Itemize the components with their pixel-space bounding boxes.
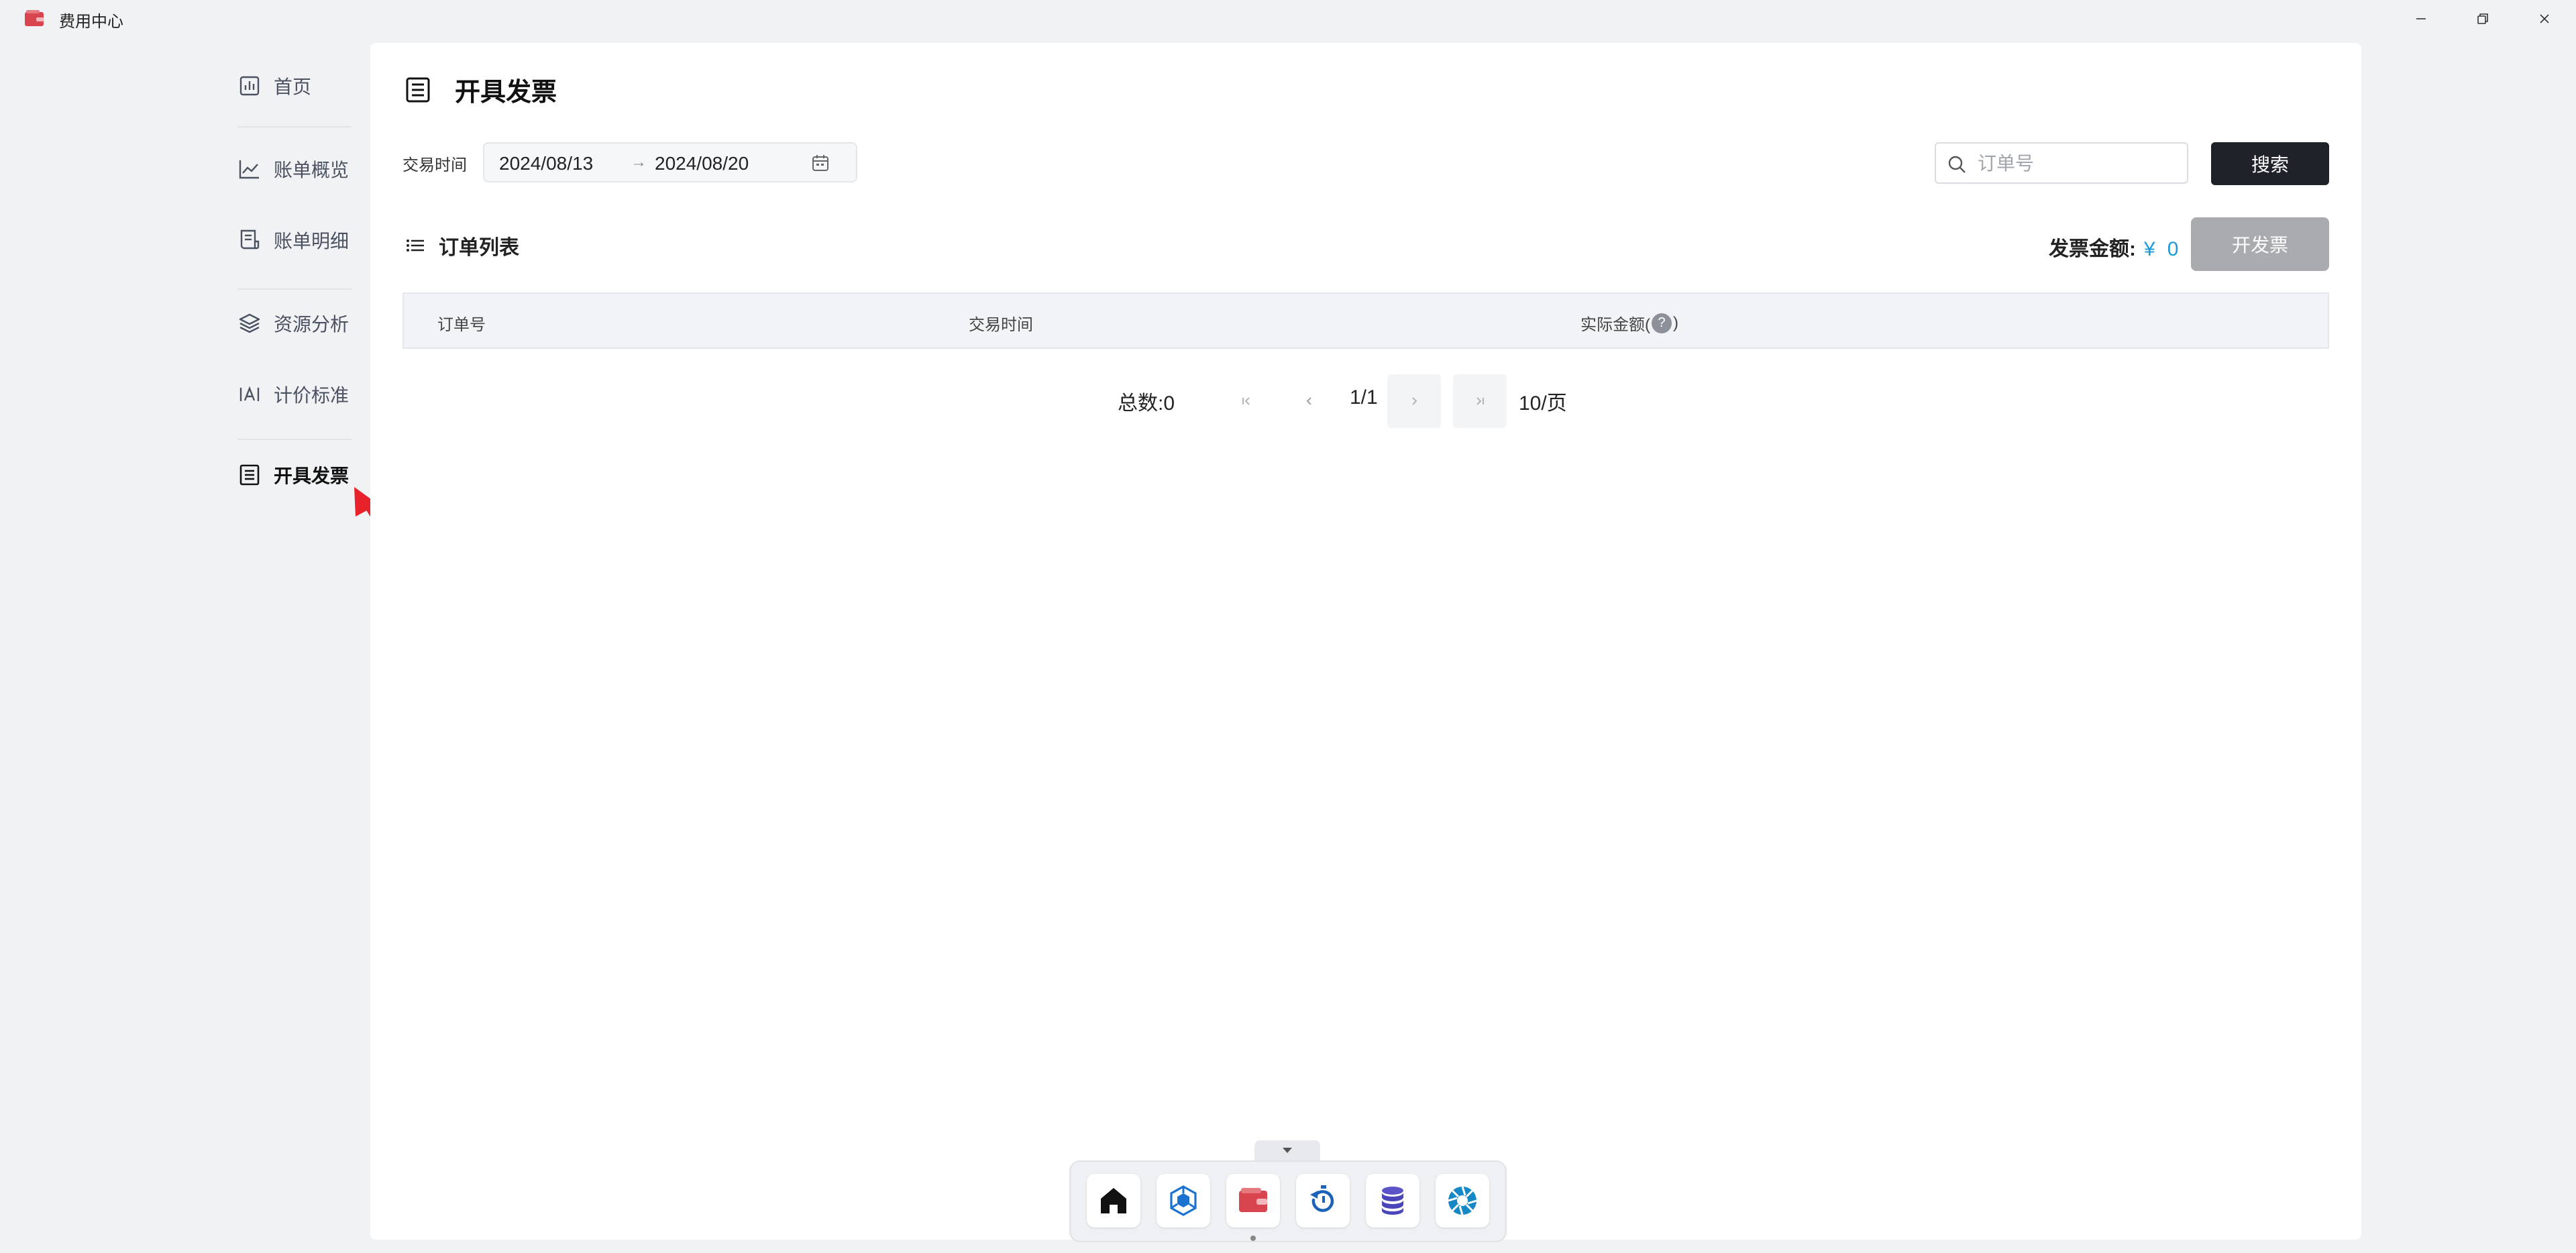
- column-order-number: 订单号: [437, 316, 486, 334]
- dock-database-app[interactable]: [1366, 1174, 1419, 1228]
- first-page-button[interactable]: [1220, 374, 1273, 428]
- search-icon: [1948, 156, 1966, 173]
- list-icon: [407, 239, 424, 252]
- app-dock: [1069, 1160, 1507, 1242]
- currency-symbol: ¥: [2144, 238, 2155, 260]
- invoice-amount: 发票金额: ¥ 0: [2049, 232, 2178, 262]
- date-separator: →: [631, 153, 647, 171]
- chevron-down-icon: [1283, 1148, 1292, 1153]
- page-title: 开具发票: [404, 71, 557, 108]
- column-transaction-time: 交易时间: [969, 316, 1033, 334]
- page-size[interactable]: 10/页: [1519, 386, 1567, 416]
- page-indicator: 1/1: [1350, 386, 1378, 408]
- first-page-icon: [1242, 397, 1250, 405]
- column-suffix: ): [1673, 313, 1678, 332]
- dock-timer-app[interactable]: [1296, 1174, 1350, 1228]
- pagination: 总数:0 1/1 10/页: [370, 372, 2361, 428]
- minimize-icon: [2416, 18, 2426, 19]
- text-box-icon: [239, 386, 260, 401]
- aperture-icon: [1448, 1186, 1477, 1215]
- sidebar-item-resource-analysis[interactable]: 资源分析: [237, 309, 349, 338]
- wallet-icon: [1239, 1188, 1267, 1212]
- sidebar-item-pricing[interactable]: 计价标准: [237, 380, 349, 409]
- receipt-icon: [240, 229, 260, 250]
- calendar-icon[interactable]: [810, 153, 830, 173]
- sidebar-item-bill-overview[interactable]: 账单概览: [237, 154, 349, 184]
- dock-billing-app[interactable]: [1226, 1174, 1280, 1228]
- divider: [237, 126, 352, 127]
- order-search-box[interactable]: [1935, 142, 2188, 184]
- search-button[interactable]: 搜索: [2211, 142, 2329, 185]
- window-title: 费用中心: [59, 13, 123, 31]
- stopwatch-refresh-icon: [1310, 1185, 1334, 1212]
- search-input[interactable]: [1976, 149, 2180, 178]
- sidebar-item-invoice[interactable]: 开具发票: [237, 460, 349, 490]
- chevron-left-icon: [1306, 397, 1311, 405]
- next-page-button[interactable]: [1387, 374, 1441, 428]
- home-icon: [1101, 1188, 1126, 1213]
- help-icon[interactable]: ?: [1652, 313, 1672, 333]
- close-button[interactable]: [2514, 0, 2575, 38]
- database-icon: [1382, 1187, 1403, 1215]
- active-app-indicator: [1250, 1236, 1256, 1241]
- prev-page-button[interactable]: [1283, 374, 1336, 428]
- sidebar-item-label: 资源分析: [274, 314, 350, 335]
- dock-home[interactable]: [1087, 1174, 1140, 1228]
- invoice-amount-value: 0: [2167, 238, 2179, 260]
- date-range-picker[interactable]: 2024/08/13 → 2024/08/20: [483, 142, 857, 182]
- last-page-button[interactable]: [1453, 374, 1507, 428]
- sidebar-item-label: 计价标准: [274, 385, 350, 406]
- issue-invoice-button[interactable]: 开发票: [2191, 217, 2329, 271]
- restore-button[interactable]: [2453, 0, 2513, 38]
- total-count: 总数:0: [1118, 392, 1175, 415]
- divider: [237, 288, 352, 290]
- line-chart-icon: [239, 160, 259, 179]
- title-bar: 费用中心: [0, 0, 2576, 38]
- order-list-title-text: 订单列表: [439, 237, 519, 259]
- column-actual-amount-label: 实际金额(: [1580, 316, 1650, 334]
- dock-cube-app[interactable]: [1157, 1174, 1210, 1228]
- invoice-amount-label: 发票金额:: [2049, 238, 2136, 260]
- sidebar-item-label: 首页: [274, 76, 312, 97]
- end-date-field[interactable]: 2024/08/20: [655, 153, 749, 174]
- chevron-right-icon: [1412, 397, 1417, 405]
- restore-icon: [2477, 13, 2488, 24]
- document-icon: [239, 464, 260, 486]
- page-title-text: 开具发票: [455, 78, 557, 107]
- main-panel: 开具发票 交易时间 2024/08/13 → 2024/08/20 搜索 订单列…: [370, 43, 2361, 1240]
- start-date-field[interactable]: 2024/08/13: [499, 153, 593, 174]
- last-page-icon: [1477, 397, 1484, 405]
- dock-aperture-app[interactable]: [1436, 1174, 1489, 1228]
- layers-icon: [239, 313, 260, 333]
- sidebar-item-label: 开具发票: [274, 466, 350, 486]
- wallet-icon: [25, 10, 44, 26]
- close-icon: [2540, 14, 2549, 23]
- column-actual-amount: 实际金额( ? ): [1580, 311, 1678, 335]
- minimize-button[interactable]: [2391, 0, 2451, 38]
- dock-toggle-button[interactable]: [1254, 1140, 1320, 1160]
- sidebar-item-label: 账单概览: [274, 160, 350, 180]
- document-icon: [406, 77, 430, 102]
- date-filter-label: 交易时间: [402, 156, 467, 174]
- cube-network-icon: [1170, 1185, 1197, 1216]
- bar-chart-icon: [239, 76, 260, 96]
- sidebar-item-label: 账单明细: [274, 231, 350, 252]
- table-header: 订单号 交易时间 实际金额( ? ): [402, 292, 2329, 349]
- divider: [237, 439, 352, 440]
- sidebar-item-bill-details[interactable]: 账单明细: [237, 225, 349, 255]
- sidebar-item-home[interactable]: 首页: [237, 71, 311, 101]
- order-list-title: 订单列表: [405, 231, 519, 260]
